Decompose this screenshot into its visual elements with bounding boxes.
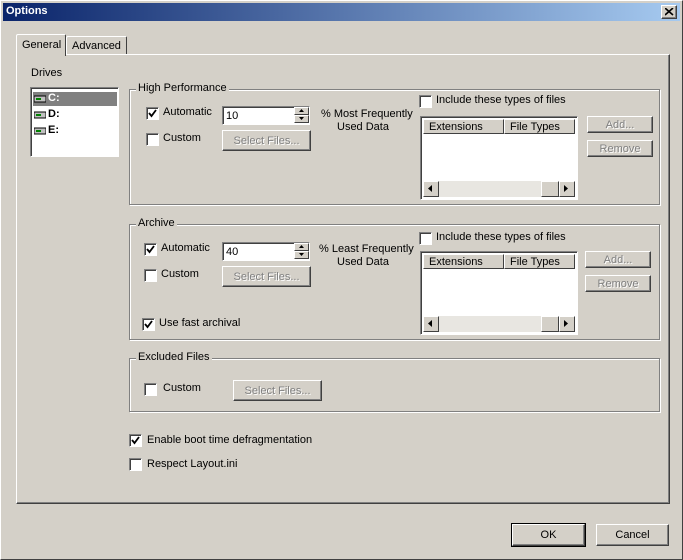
hp-percent-spinner[interactable]: 10 — [222, 106, 310, 125]
boot-defrag-checkbox[interactable] — [129, 434, 142, 447]
drive-icon — [34, 127, 46, 135]
options-dialog: Options General Advanced Drives C: D: E:… — [0, 0, 683, 560]
high-performance-label: High Performance — [136, 82, 229, 94]
arrow-right-icon — [564, 185, 568, 192]
spinner-up-button[interactable] — [294, 107, 309, 115]
scroll-left-button[interactable] — [423, 316, 439, 332]
ar-horizontal-scrollbar[interactable] — [423, 316, 575, 332]
scroll-thumb[interactable] — [541, 316, 559, 332]
close-button[interactable] — [661, 5, 677, 19]
hp-percent-value: 10 — [226, 110, 239, 122]
tab-advanced-label: Advanced — [72, 40, 121, 52]
drive-label: D: — [48, 108, 60, 120]
ar-file-types-list[interactable]: Extensions File Types — [420, 251, 578, 335]
hp-horizontal-scrollbar[interactable] — [423, 181, 575, 197]
hp-add-button[interactable]: Add... — [587, 116, 653, 133]
hp-percent-label-line2: Used Data — [337, 121, 389, 133]
ex-custom-checkbox[interactable] — [144, 383, 157, 396]
drive-label: E: — [48, 124, 59, 136]
drive-item-e[interactable]: E: — [33, 124, 117, 138]
drives-label: Drives — [31, 67, 63, 79]
hp-automatic-label: Automatic — [163, 106, 212, 118]
ar-select-files-button[interactable]: Select Files... — [222, 266, 311, 287]
hp-include-checkbox[interactable] — [419, 95, 432, 108]
fast-archival-label: Use fast archival — [159, 317, 241, 329]
hp-automatic-checkbox[interactable] — [146, 107, 159, 120]
respect-layout-label: Respect Layout.ini — [147, 458, 238, 470]
hp-file-types-list[interactable]: Extensions File Types — [420, 116, 578, 200]
window-title: Options — [6, 5, 48, 17]
arrow-up-icon — [299, 109, 304, 112]
ar-add-button[interactable]: Add... — [585, 251, 651, 268]
spinner-down-button[interactable] — [294, 115, 309, 123]
tab-general-label: General — [22, 39, 62, 51]
drive-label: C: — [48, 92, 60, 104]
arrow-down-icon — [299, 253, 304, 256]
arrow-down-icon — [299, 117, 304, 120]
ar-automatic-checkbox[interactable] — [144, 243, 157, 256]
ar-include-checkbox[interactable] — [419, 232, 432, 245]
cancel-button[interactable]: Cancel — [596, 524, 669, 546]
respect-layout-checkbox[interactable] — [129, 458, 142, 471]
hp-remove-button[interactable]: Remove — [587, 140, 653, 157]
scroll-thumb[interactable] — [541, 181, 559, 197]
scroll-left-button[interactable] — [423, 181, 439, 197]
boot-defrag-label: Enable boot time defragmentation — [147, 434, 313, 446]
excluded-files-label: Excluded Files — [136, 351, 212, 363]
title-bar[interactable]: Options — [3, 3, 680, 21]
hp-include-label: Include these types of files — [436, 94, 566, 106]
checkmark-icon — [148, 109, 157, 118]
checkmark-icon — [144, 320, 153, 329]
arrow-left-icon — [428, 320, 432, 327]
drive-icon — [34, 111, 46, 119]
checkmark-icon — [146, 245, 155, 254]
hp-percent-label-line1: % Most Frequently — [321, 108, 413, 120]
drive-icon — [34, 95, 46, 103]
ar-percent-label-line2: Used Data — [337, 256, 389, 268]
close-icon — [665, 8, 674, 16]
spinner-down-button[interactable] — [294, 251, 309, 259]
tab-general[interactable]: General — [16, 34, 66, 56]
hp-extensions-column[interactable]: Extensions — [423, 119, 504, 134]
ok-button[interactable]: OK — [511, 523, 586, 547]
spinner-up-button[interactable] — [294, 243, 309, 251]
checkmark-icon — [131, 436, 140, 445]
ar-percent-spinner[interactable]: 40 — [222, 242, 310, 261]
ar-custom-checkbox[interactable] — [144, 269, 157, 282]
drives-list[interactable]: C: D: E: — [30, 87, 119, 157]
hp-custom-checkbox[interactable] — [146, 133, 159, 146]
ar-extensions-column[interactable]: Extensions — [423, 254, 504, 269]
archive-label: Archive — [136, 217, 177, 229]
ar-automatic-label: Automatic — [161, 242, 210, 254]
tab-advanced[interactable]: Advanced — [66, 36, 127, 55]
drive-item-d[interactable]: D: — [33, 108, 117, 122]
ar-custom-label: Custom — [161, 268, 199, 280]
ar-remove-button[interactable]: Remove — [585, 275, 651, 292]
hp-file-types-column[interactable]: File Types — [504, 119, 575, 134]
arrow-left-icon — [428, 185, 432, 192]
excluded-files-group — [129, 358, 660, 412]
hp-custom-label: Custom — [163, 132, 201, 144]
ar-percent-label-line1: % Least Frequently — [319, 243, 414, 255]
ar-percent-value: 40 — [226, 246, 239, 258]
ar-file-types-column[interactable]: File Types — [504, 254, 575, 269]
ar-include-label: Include these types of files — [436, 231, 566, 243]
arrow-right-icon — [564, 320, 568, 327]
hp-select-files-button[interactable]: Select Files... — [222, 130, 311, 151]
ex-select-files-button[interactable]: Select Files... — [233, 380, 322, 401]
ex-custom-label: Custom — [163, 382, 201, 394]
fast-archival-checkbox[interactable] — [142, 318, 155, 331]
scroll-right-button[interactable] — [559, 316, 575, 332]
scroll-right-button[interactable] — [559, 181, 575, 197]
arrow-up-icon — [299, 245, 304, 248]
drive-item-c[interactable]: C: — [33, 92, 117, 106]
